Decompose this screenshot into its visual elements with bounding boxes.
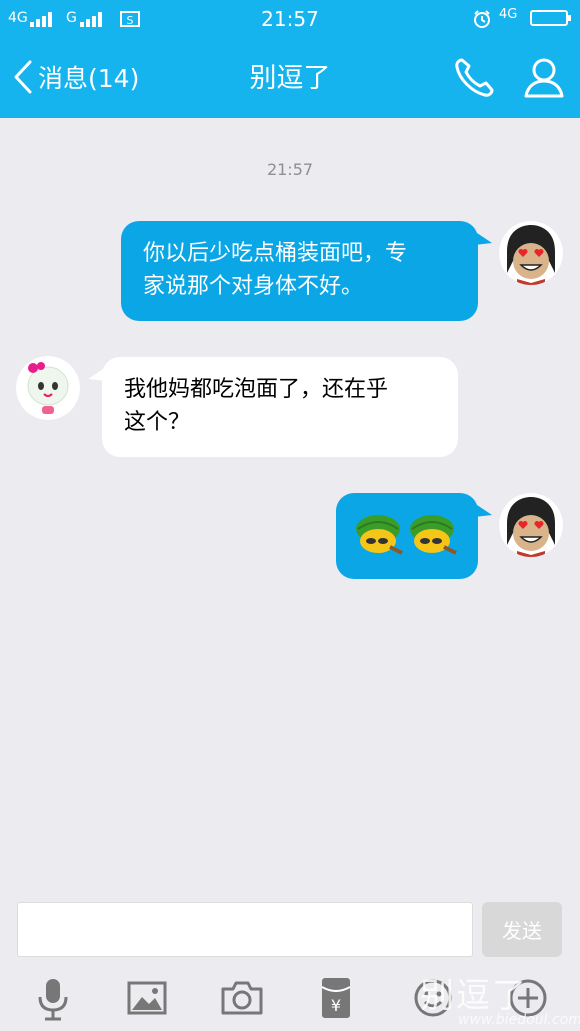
bubble-tail	[474, 231, 492, 245]
image-icon	[127, 981, 167, 1015]
red-packet-button[interactable]: ¥	[311, 973, 361, 1023]
battery-icon	[530, 10, 571, 26]
watermark-url: www.biedoul.com	[458, 1012, 580, 1028]
call-button[interactable]	[450, 54, 498, 102]
contact-profile-button[interactable]	[520, 54, 568, 102]
message-line: 这个？	[124, 410, 191, 435]
phone-icon	[455, 58, 494, 97]
my-avatar[interactable]	[499, 493, 563, 557]
contact-avatar[interactable]	[16, 356, 80, 420]
monkey-avatar-icon	[499, 493, 563, 557]
camera-icon	[221, 981, 263, 1015]
outgoing-message-bubble[interactable]: 你以后少吃点桶装面吧，专 家说那个对身体不好。	[121, 221, 492, 321]
outgoing-emoji-bubble[interactable]	[336, 493, 492, 579]
red-packet-icon: ¥	[321, 978, 351, 1018]
gallery-button[interactable]	[122, 973, 172, 1023]
bubble-tail	[88, 367, 106, 381]
svg-text:¥: ¥	[331, 996, 341, 1015]
message-input[interactable]	[17, 902, 473, 957]
cartoon-girl-avatar-icon	[16, 356, 80, 420]
status-bar: 4G G S 21:57 4G	[0, 0, 580, 37]
microphone-icon	[38, 979, 68, 1021]
message-timestamp: 21:57	[266, 160, 314, 179]
voice-button[interactable]	[28, 973, 78, 1023]
chat-header: 消息(14) 别逗了	[0, 37, 580, 118]
network-type-3: 4G	[499, 7, 518, 22]
status-time: 21:57	[261, 7, 319, 31]
my-avatar[interactable]	[499, 221, 563, 285]
incoming-message-bubble[interactable]: 我他妈都吃泡面了，还在乎 这个？	[88, 357, 458, 457]
monkey-avatar-icon	[499, 221, 563, 285]
message-line: 你以后少吃点桶装面吧，专	[143, 241, 408, 266]
send-button[interactable]: 发送	[482, 902, 562, 957]
message-line: 家说那个对身体不好。	[143, 274, 364, 299]
turtle-emoji-icon	[356, 515, 457, 555]
bubble-tail	[474, 503, 492, 517]
message-line: 我他妈都吃泡面了，还在乎	[124, 377, 389, 402]
person-icon	[524, 58, 564, 98]
alarm-clock-icon	[474, 10, 490, 28]
watermark-logo: 别逗了	[420, 976, 528, 1016]
camera-button[interactable]	[217, 973, 267, 1023]
